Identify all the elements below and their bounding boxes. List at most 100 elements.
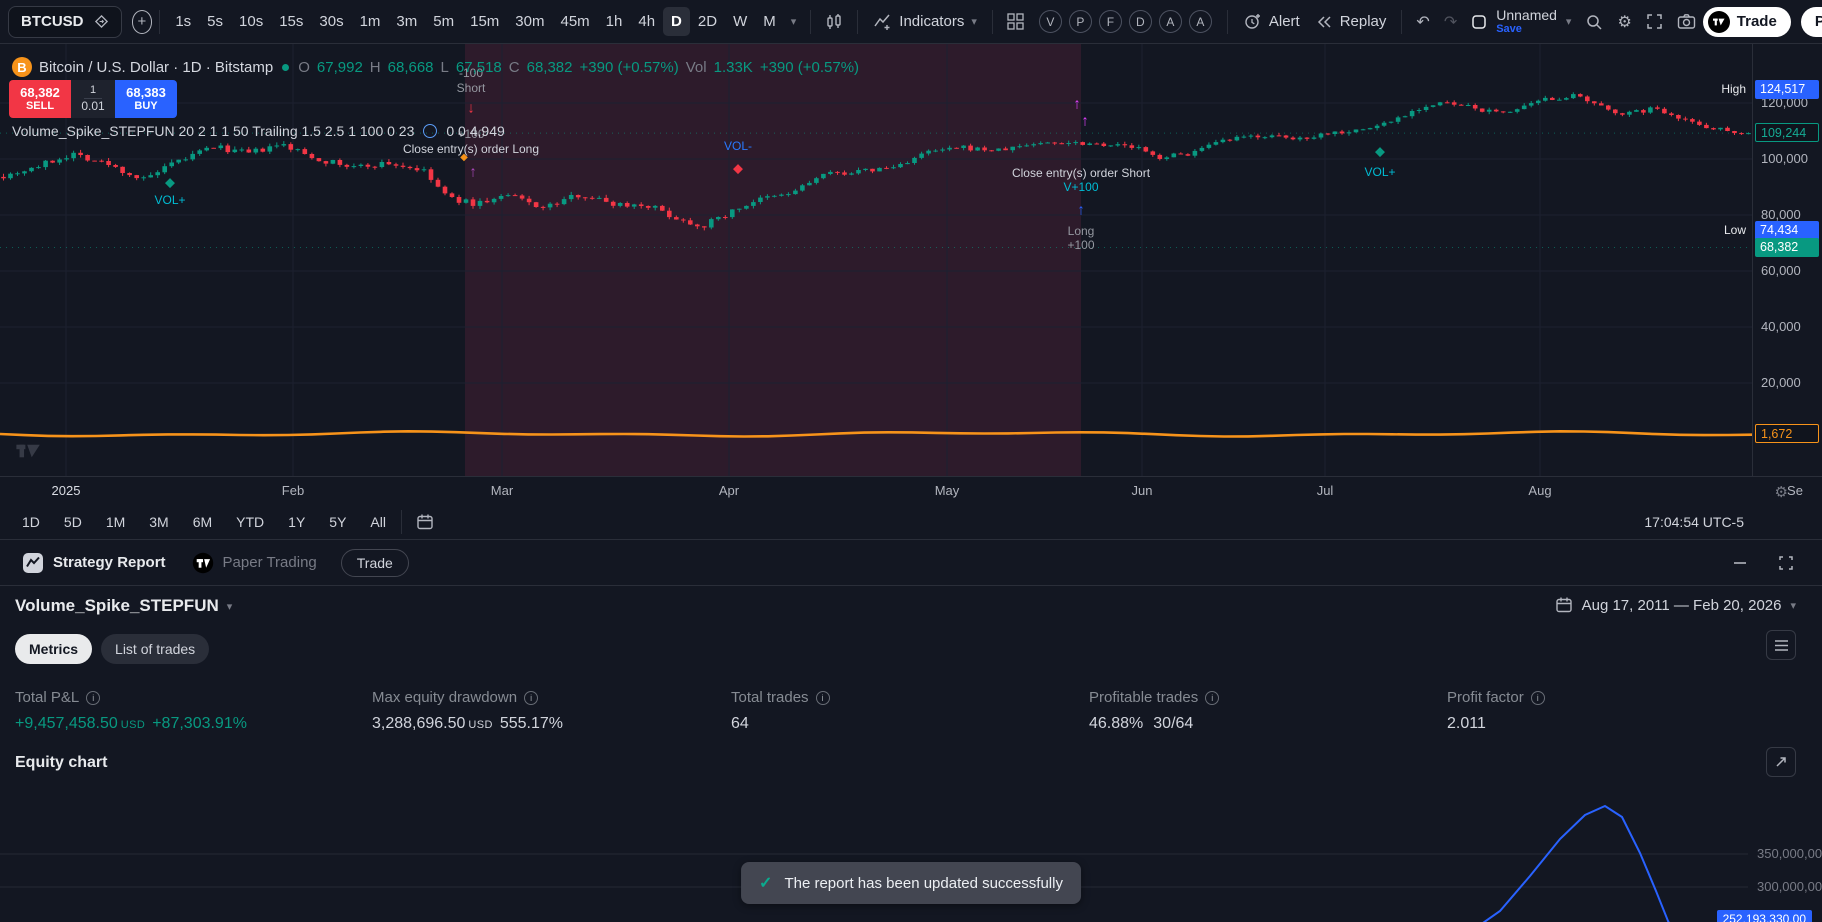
- metric-profit-factor: Profit factori 2.011: [1447, 689, 1545, 733]
- time-label-Mar: Mar: [491, 483, 513, 498]
- time-label-Jul: Jul: [1317, 483, 1334, 498]
- minimize-panel-icon[interactable]: [1728, 551, 1752, 575]
- info-icon[interactable]: i: [1531, 691, 1545, 705]
- chart-style-button[interactable]: [818, 9, 850, 35]
- symbol-title: Bitcoin / U.S. Dollar · 1D · Bitstamp: [39, 59, 273, 76]
- timeframe-5m[interactable]: 5m: [425, 7, 462, 36]
- go-to-date-button[interactable]: [409, 509, 441, 535]
- replay-label: Replay: [1340, 13, 1387, 30]
- price-scale[interactable]: 120,000100,00080,00060,00040,00020,00012…: [1752, 44, 1822, 476]
- alert-button[interactable]: Alert: [1235, 7, 1308, 36]
- template-letter-button-2[interactable]: P: [1069, 10, 1092, 33]
- range-YTD[interactable]: YTD: [228, 510, 272, 534]
- trade-button[interactable]: Trade: [1703, 7, 1791, 37]
- timeframe-1s[interactable]: 1s: [167, 7, 199, 36]
- template-letter-button-6[interactable]: A: [1189, 10, 1212, 33]
- time-axis[interactable]: ⚙ 2025FebMarAprMayJunJulAugSe: [0, 476, 1822, 504]
- snapshot-camera-icon[interactable]: [1670, 9, 1703, 34]
- timeframe-W[interactable]: W: [725, 7, 755, 36]
- toast-message: The report has been updated successfully: [784, 875, 1063, 892]
- template-letter-button-4[interactable]: D: [1129, 10, 1152, 33]
- range-1D[interactable]: 1D: [14, 510, 48, 534]
- timeframe-M[interactable]: M: [755, 7, 784, 36]
- buy-button[interactable]: 68,383 BUY: [115, 80, 177, 118]
- timeframe-4h[interactable]: 4h: [630, 7, 663, 36]
- volume-value: 1.33K: [714, 59, 753, 76]
- trade-label: Trade: [1737, 13, 1777, 30]
- range-1Y[interactable]: 1Y: [280, 510, 313, 534]
- timeframe-dropdown-chevron[interactable]: ▾: [784, 11, 804, 32]
- time-label-Jun: Jun: [1132, 483, 1153, 498]
- price-badge-124517: 124,517: [1755, 80, 1819, 99]
- publish-button[interactable]: Pu: [1801, 7, 1822, 37]
- info-icon[interactable]: i: [86, 691, 100, 705]
- range-1M[interactable]: 1M: [98, 510, 133, 534]
- settings-gear-icon[interactable]: ⚙: [1610, 8, 1638, 36]
- info-icon[interactable]: i: [816, 691, 830, 705]
- maximize-panel-icon[interactable]: [1774, 551, 1798, 575]
- price-badge-74434: 74,434: [1755, 221, 1819, 240]
- timeframe-15m[interactable]: 15m: [462, 7, 507, 36]
- quick-search-icon[interactable]: [1578, 9, 1610, 35]
- report-date-range[interactable]: Aug 17, 2011 — Feb 20, 2026 ▾: [1555, 596, 1796, 614]
- timeframe-30s[interactable]: 30s: [311, 7, 351, 36]
- timeframe-group: 1s5s10s15s30s1m3m5m15m30m45m1h4hD2DWM: [167, 7, 783, 36]
- layout-grid-button[interactable]: [1000, 9, 1031, 34]
- tab-paper-trading[interactable]: Paper Trading: [184, 546, 325, 580]
- range-All[interactable]: All: [362, 510, 394, 534]
- template-shortcut-group: VPFDAA: [1039, 10, 1212, 33]
- strategy-name[interactable]: Volume_Spike_STEPFUN: [15, 596, 219, 616]
- info-icon[interactable]: i: [1205, 691, 1219, 705]
- range-5Y[interactable]: 5Y: [321, 510, 354, 534]
- timeframe-45m[interactable]: 45m: [552, 7, 597, 36]
- report-display-options-button[interactable]: [1766, 630, 1796, 660]
- symbol-legend[interactable]: B Bitcoin / U.S. Dollar · 1D · Bitstamp …: [12, 57, 859, 77]
- metrics-row: Total P&Li +9,457,458.50USD+87,303.91% M…: [0, 689, 1822, 753]
- price-chart[interactable]: ◆VOL+-100Short↓+100Close entry(s) order …: [0, 44, 1752, 476]
- timeframe-2D[interactable]: 2D: [690, 7, 725, 36]
- layout-menu-chevron[interactable]: ▾: [1559, 11, 1579, 32]
- symbol-search-box[interactable]: BTCUSD: [8, 6, 122, 38]
- metric-label: Profitable trades: [1089, 689, 1198, 706]
- replay-button[interactable]: Replay: [1308, 8, 1395, 35]
- template-letter-button-1[interactable]: V: [1039, 10, 1062, 33]
- quantity-spread-box[interactable]: 1 0.01: [71, 80, 115, 118]
- open-value: 67,992: [317, 59, 363, 76]
- layout-name-button[interactable]: Unnamed Save: [1496, 8, 1557, 35]
- strategy-legend[interactable]: Volume_Spike_STEPFUN 20 2 1 1 50 Trailin…: [12, 123, 505, 139]
- undo-button[interactable]: ↶: [1409, 8, 1436, 36]
- timeframe-1m[interactable]: 1m: [352, 7, 389, 36]
- fullscreen-icon[interactable]: [1639, 9, 1670, 34]
- redo-button[interactable]: ↷: [1437, 8, 1464, 36]
- time-label-2025: 2025: [52, 483, 81, 498]
- template-letter-button-3[interactable]: F: [1099, 10, 1122, 33]
- timeframe-D[interactable]: D: [663, 7, 690, 36]
- tab-strategy-report[interactable]: Strategy Report: [14, 546, 174, 580]
- timeframe-1h[interactable]: 1h: [598, 7, 631, 36]
- info-icon[interactable]: i: [524, 691, 538, 705]
- timeframe-3m[interactable]: 3m: [388, 7, 425, 36]
- bitcoin-logo-icon: B: [12, 57, 32, 77]
- range-5D[interactable]: 5D: [56, 510, 90, 534]
- save-layout-icon[interactable]: [1464, 10, 1494, 34]
- range-6M[interactable]: 6M: [185, 510, 220, 534]
- timeframe-10s[interactable]: 10s: [231, 7, 271, 36]
- equity-chart-expand-button[interactable]: [1766, 747, 1796, 777]
- metric-currency: USD: [468, 719, 492, 731]
- sell-button[interactable]: 68,382 SELL: [9, 80, 71, 118]
- metric-extra: 30/64: [1153, 715, 1193, 733]
- trade-tab-button[interactable]: Trade: [341, 549, 409, 577]
- metrics-tab[interactable]: Metrics: [15, 634, 92, 664]
- server-clock[interactable]: 17:04:54 UTC-5: [1644, 514, 1744, 530]
- divider: [810, 10, 811, 34]
- timeframe-30m[interactable]: 30m: [507, 7, 552, 36]
- template-letter-button-5[interactable]: A: [1159, 10, 1182, 33]
- strategy-options-icon[interactable]: [423, 124, 437, 138]
- timeframe-5s[interactable]: 5s: [199, 7, 231, 36]
- range-3M[interactable]: 3M: [141, 510, 176, 534]
- timeframe-15s[interactable]: 15s: [271, 7, 311, 36]
- list-of-trades-tab[interactable]: List of trades: [101, 634, 209, 664]
- strategy-title-row[interactable]: Volume_Spike_STEPFUN ▾: [15, 596, 232, 616]
- compare-add-symbol-button[interactable]: +: [132, 10, 153, 34]
- indicators-button[interactable]: Indicators ▾: [865, 7, 985, 36]
